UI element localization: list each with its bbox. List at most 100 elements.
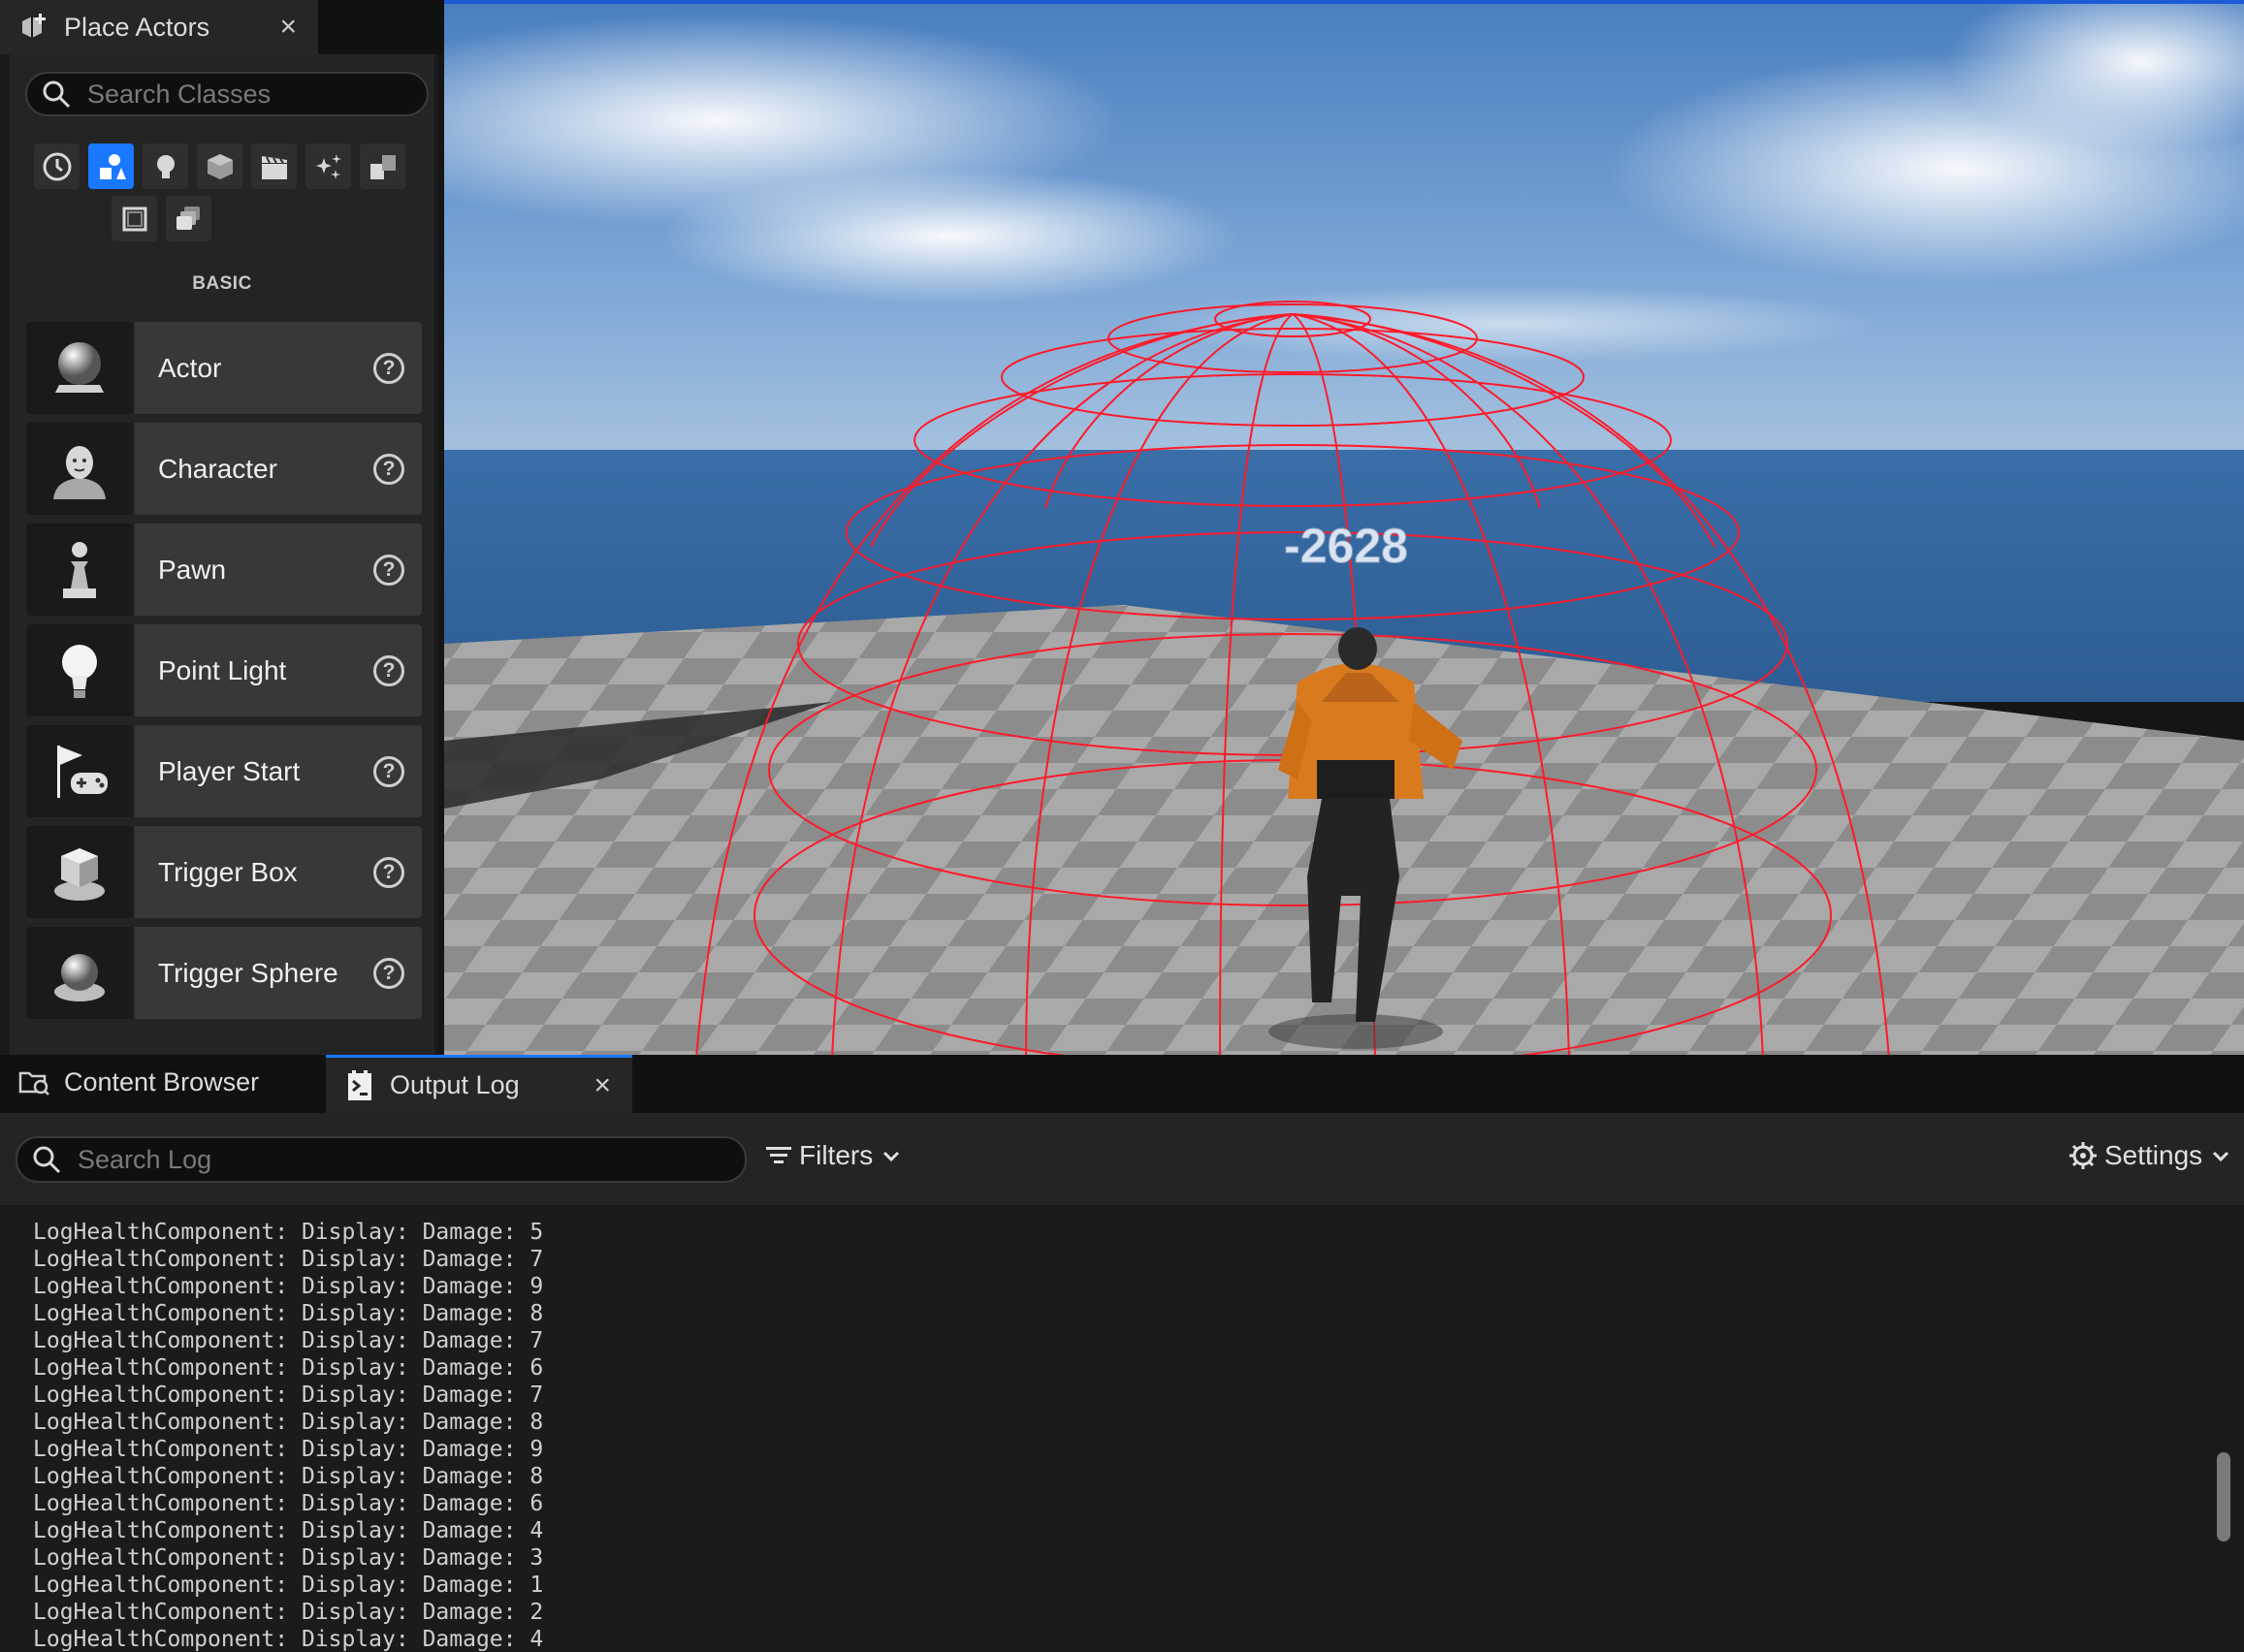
category-row-1 [34, 143, 405, 189]
log-lines: LogHealthComponent: Display: Damage: 5 Lo… [14, 1219, 2244, 1652]
lightbulb-icon [156, 154, 175, 178]
category-shapes-button[interactable] [197, 143, 242, 189]
chevron-down-icon [883, 1151, 900, 1162]
category-geometry-button[interactable] [360, 143, 405, 189]
place-actors-icon [17, 11, 50, 44]
trigger-box-icon [26, 826, 135, 918]
category-all-classes-button[interactable] [166, 196, 211, 241]
log-line: LogHealthComponent: Display: Damage: 6 [33, 1355, 544, 1381]
trigger-sphere-item-label: Trigger Sphere [158, 957, 338, 988]
log-line: LogHealthComponent: Display: Damage: 9 [33, 1437, 544, 1462]
log-partial-line [14, 1205, 2244, 1219]
category-recent-button[interactable] [34, 143, 80, 189]
sparkles-icon [315, 153, 341, 179]
help-icon[interactable]: ? [373, 856, 404, 888]
tab-output-log[interactable]: Output Log × [326, 1055, 632, 1113]
settings-button[interactable]: Settings [2068, 1140, 2231, 1171]
cube-icon [207, 153, 233, 179]
help-icon[interactable]: ? [373, 453, 404, 485]
log-line: LogHealthComponent: Display: Damage: 7 [33, 1328, 544, 1353]
section-label-basic: BASIC [192, 273, 252, 294]
actor-item-trigger-box[interactable]: Trigger Box ? [26, 826, 422, 918]
log-line: LogHealthComponent: Display: Damage: 4 [33, 1627, 544, 1652]
help-icon[interactable]: ? [373, 957, 404, 989]
actor-item-trigger-sphere[interactable]: Trigger Sphere ? [26, 927, 422, 1019]
filters-label: Filters [799, 1140, 874, 1170]
tab-content-browser-label: Content Browser [64, 1066, 260, 1096]
log-line: LogHealthComponent: Display: Damage: 7 [33, 1247, 544, 1272]
place-actors-tabbar: Place Actors × [0, 0, 444, 54]
category-lights-button[interactable] [143, 143, 188, 189]
help-icon[interactable]: ? [373, 352, 404, 384]
help-icon[interactable]: ? [373, 654, 404, 686]
category-row-2 [112, 196, 211, 241]
pawn-icon [26, 524, 135, 616]
volume-icon [122, 206, 146, 231]
close-icon[interactable]: × [593, 1069, 611, 1102]
actor-item-character[interactable]: Character ? [26, 423, 422, 515]
category-cinematic-button[interactable] [251, 143, 297, 189]
log-line: LogHealthComponent: Display: Damage: 7 [33, 1382, 544, 1408]
actor-item-player-start[interactable]: Player Start ? [26, 725, 422, 817]
output-log-icon [343, 1069, 376, 1102]
player-start-icon [26, 725, 135, 817]
log-line: LogHealthComponent: Display: Damage: 8 [33, 1410, 544, 1435]
actor-item-point-light[interactable]: Point Light ? [26, 624, 422, 716]
filters-button[interactable]: Filters [764, 1140, 902, 1171]
settings-label: Settings [2104, 1140, 2203, 1170]
log-line: LogHealthComponent: Display: Damage: 4 [33, 1518, 544, 1543]
clock-icon [43, 152, 71, 180]
tab-place-actors[interactable]: Place Actors × [0, 0, 318, 54]
search-log-input[interactable] [78, 1144, 745, 1175]
trigger-box-item-label: Trigger Box [158, 856, 298, 887]
player-start-item-label: Player Start [158, 755, 301, 786]
all-classes-icon [176, 206, 200, 230]
clapperboard-icon [261, 155, 287, 179]
character-item-label: Character [158, 453, 277, 484]
tab-output-log-label: Output Log [390, 1070, 520, 1099]
damage-number-text: -2628 [1284, 519, 1408, 573]
actor-item-pawn[interactable]: Pawn ? [26, 524, 422, 616]
output-log-panel: Content Browser Output Log × Filters Set… [0, 1055, 2244, 1652]
viewport-scene: -2628 [444, 4, 2244, 1055]
filter-icon [766, 1147, 791, 1163]
log-line: LogHealthComponent: Display: Damage: 1 [33, 1573, 544, 1598]
gear-icon [2069, 1142, 2097, 1169]
log-line: LogHealthComponent: Display: Damage: 9 [33, 1274, 544, 1299]
actor-item-label: Actor [158, 352, 222, 383]
character-icon [26, 423, 135, 515]
place-actors-body: BASIC Actor ? Character ? Pawn ? [10, 54, 434, 1055]
category-basic-button[interactable] [88, 143, 134, 189]
log-line: LogHealthComponent: Display: Damage: 6 [33, 1491, 544, 1516]
point-light-item-label: Point Light [158, 654, 287, 685]
tab-content-browser[interactable]: Content Browser [0, 1055, 320, 1109]
actor-item-actor[interactable]: Actor ? [26, 322, 422, 414]
search-icon [33, 1146, 61, 1174]
help-icon[interactable]: ? [373, 554, 404, 586]
search-classes-box[interactable] [25, 72, 429, 116]
tab-place-actors-label: Place Actors [64, 12, 210, 42]
search-log-box[interactable] [16, 1136, 747, 1183]
chevron-down-icon [2213, 1151, 2229, 1162]
help-icon[interactable]: ? [373, 755, 404, 787]
close-icon[interactable]: × [279, 11, 297, 44]
log-line: LogHealthComponent: Display: Damage: 5 [33, 1220, 544, 1245]
log-line: LogHealthComponent: Display: Damage: 8 [33, 1464, 544, 1489]
log-line: LogHealthComponent: Display: Damage: 8 [33, 1301, 544, 1326]
log-toolbar: Filters Settings [0, 1113, 2244, 1205]
log-line: LogHealthComponent: Display: Damage: 2 [33, 1600, 544, 1625]
log-scrollbar[interactable] [2217, 1452, 2230, 1541]
geometry-icon [369, 154, 396, 179]
category-volumes-button[interactable] [112, 196, 157, 241]
log-line: LogHealthComponent: Display: Damage: 3 [33, 1545, 544, 1571]
place-actors-panel: Place Actors × Search Classes BASIC Acto… [0, 0, 444, 1055]
point-light-icon [26, 624, 135, 716]
search-icon [43, 80, 71, 109]
log-text-area[interactable]: LogHealthComponent: Display: Damage: 5 Lo… [14, 1205, 2244, 1652]
category-vfx-button[interactable] [305, 143, 351, 189]
level-viewport[interactable]: -2628 [444, 0, 2244, 1055]
search-classes-input[interactable] [87, 79, 427, 110]
bottom-tabbar: Content Browser Output Log × [0, 1055, 2244, 1113]
trigger-sphere-icon [26, 927, 135, 1019]
actor-sphere-icon [26, 322, 135, 414]
